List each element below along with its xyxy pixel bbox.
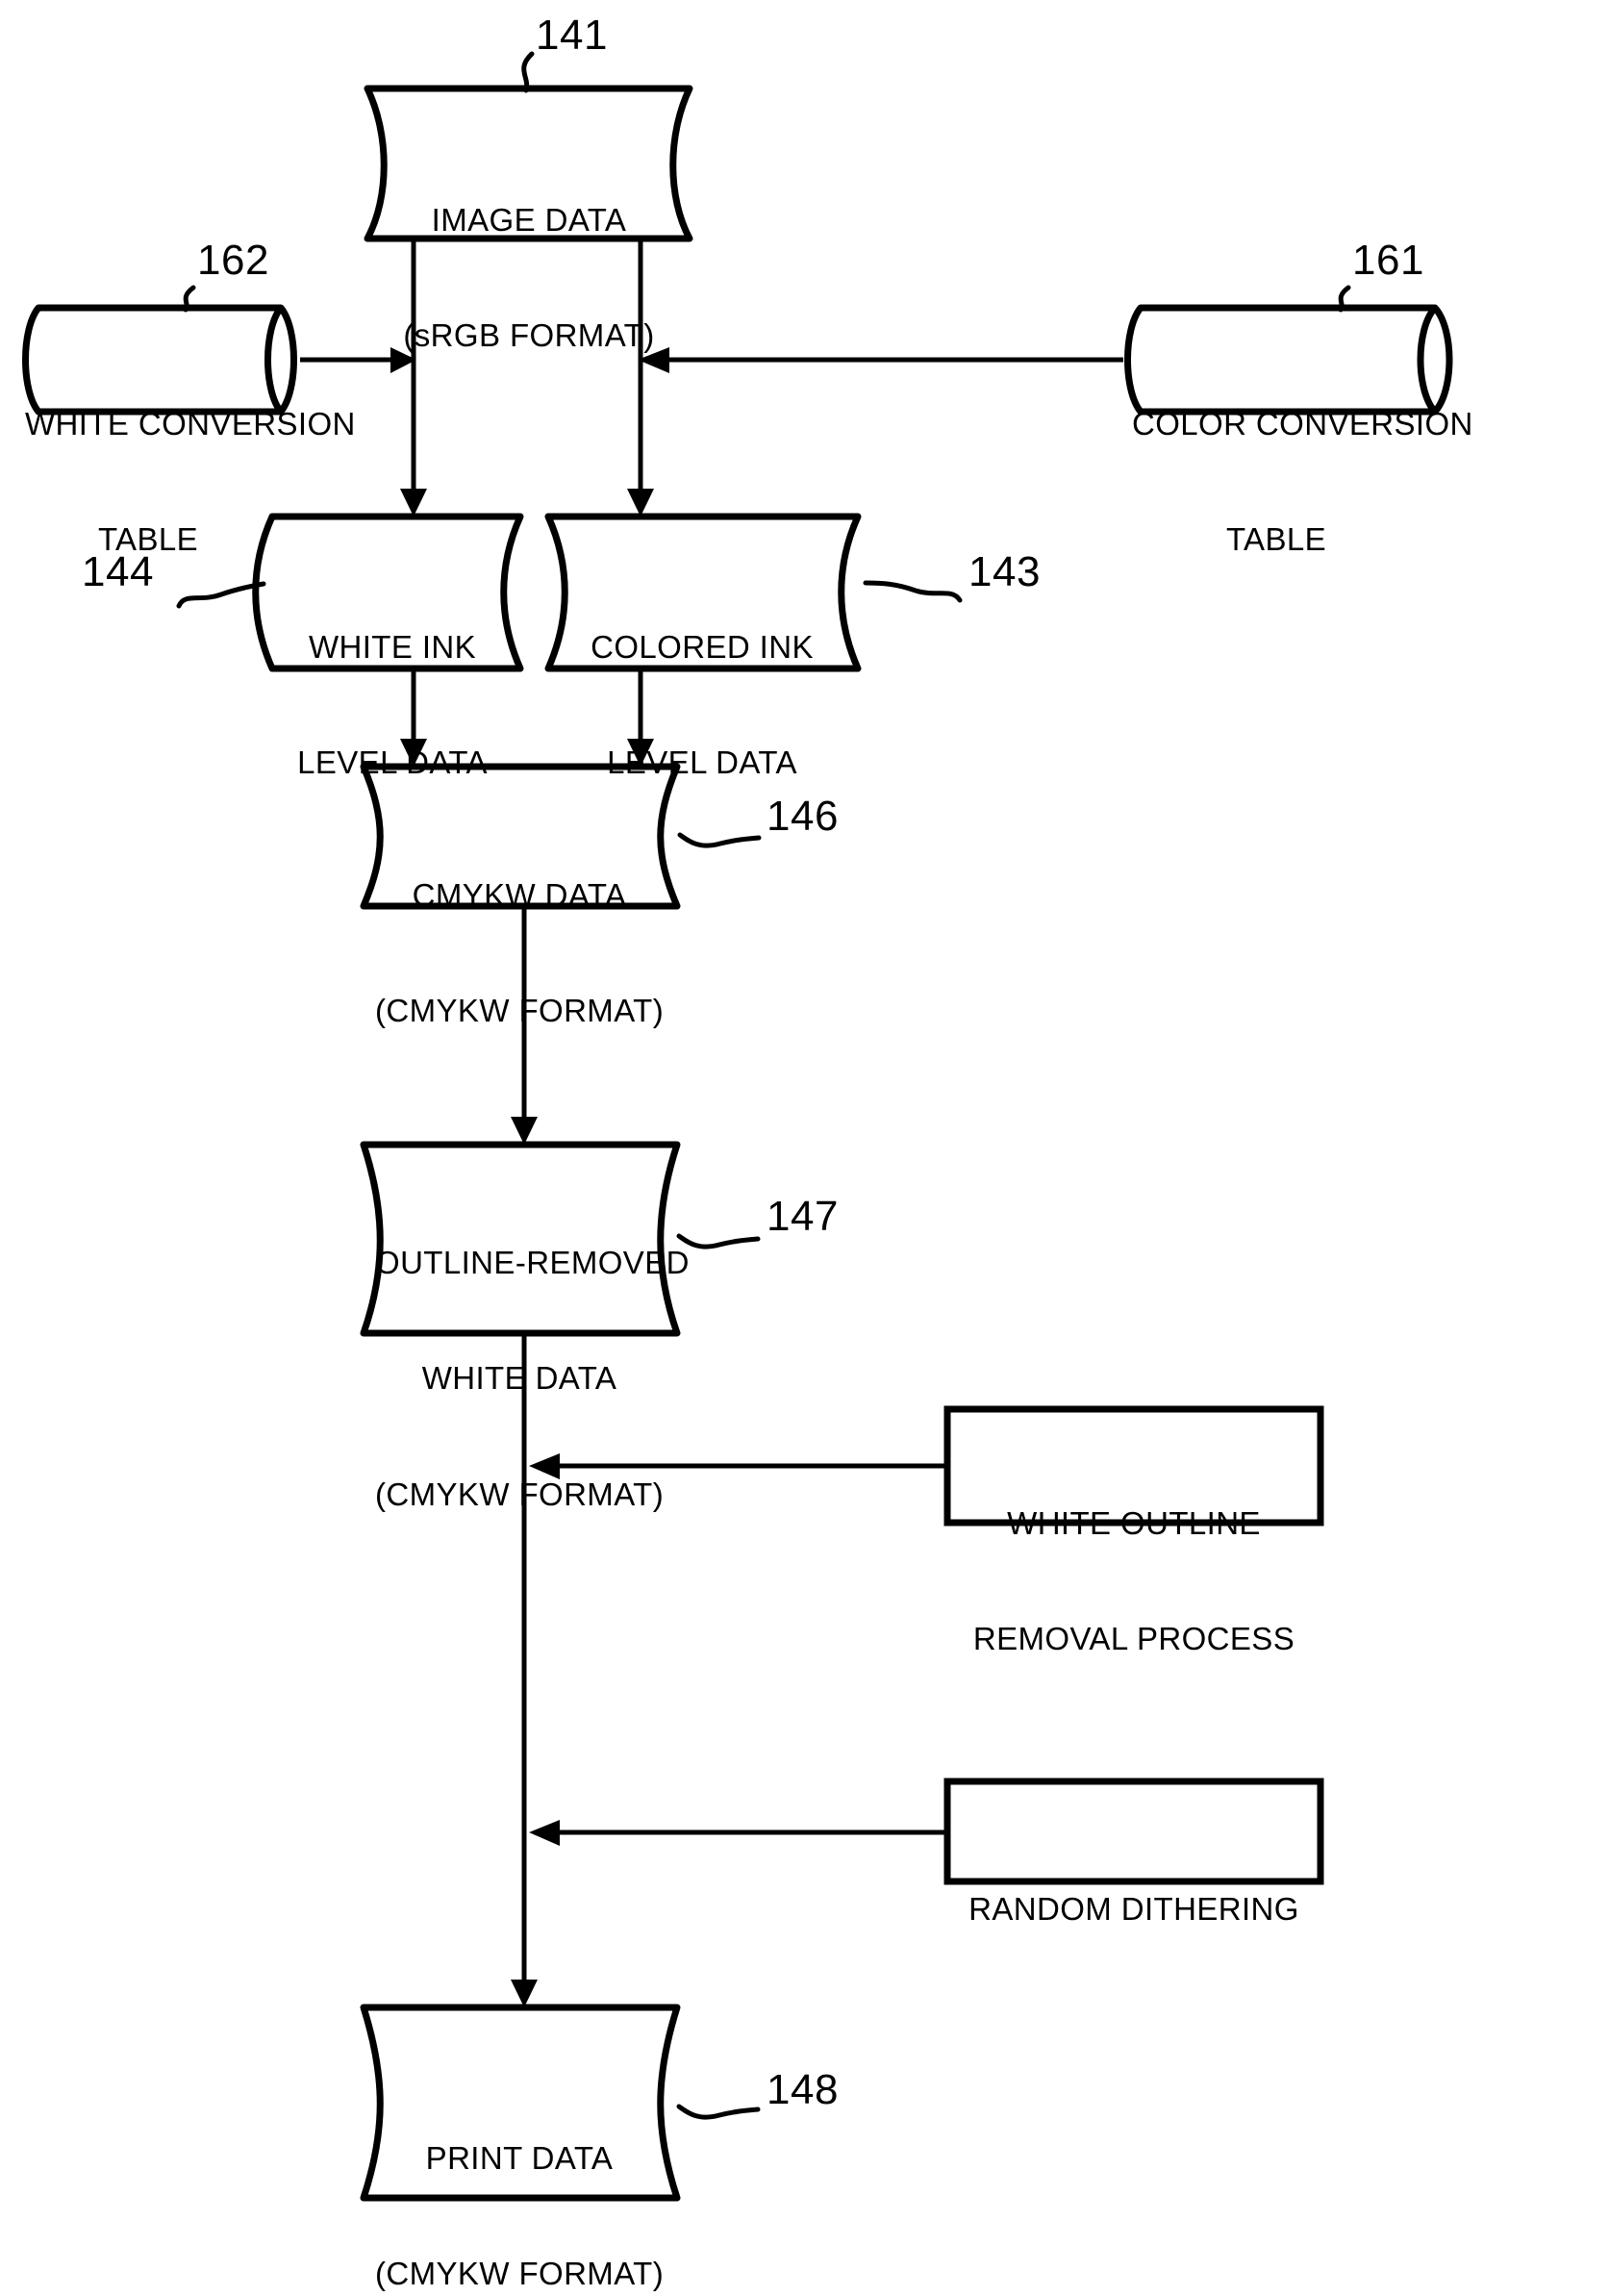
patent-figure: IMAGE DATA (sRGB FORMAT) 141 WHITE CONVE… bbox=[0, 0, 1609, 2296]
node-white-outline-removal-process bbox=[943, 1405, 1324, 1526]
ref-148: 148 bbox=[767, 2066, 839, 2113]
node-colored-ink-level-data bbox=[544, 513, 862, 672]
ref-143: 143 bbox=[968, 548, 1041, 595]
ref-147: 147 bbox=[767, 1193, 839, 1240]
ref-146: 146 bbox=[767, 793, 839, 840]
ref-162: 162 bbox=[197, 237, 269, 284]
node-image-data bbox=[364, 85, 693, 242]
node-color-conversion-table bbox=[1124, 304, 1453, 416]
ref-141: 141 bbox=[536, 12, 608, 59]
node-print-data bbox=[360, 2004, 681, 2202]
node-cmykw-data bbox=[360, 763, 681, 910]
node-white-ink-level-data bbox=[252, 513, 524, 672]
node-random-dithering bbox=[943, 1778, 1324, 1885]
node-white-conversion-table bbox=[22, 304, 297, 416]
ref-161: 161 bbox=[1352, 237, 1424, 284]
ref-144: 144 bbox=[82, 548, 154, 595]
node-outline-removed-white-data bbox=[360, 1141, 681, 1337]
figure-geometry bbox=[0, 0, 1609, 2296]
